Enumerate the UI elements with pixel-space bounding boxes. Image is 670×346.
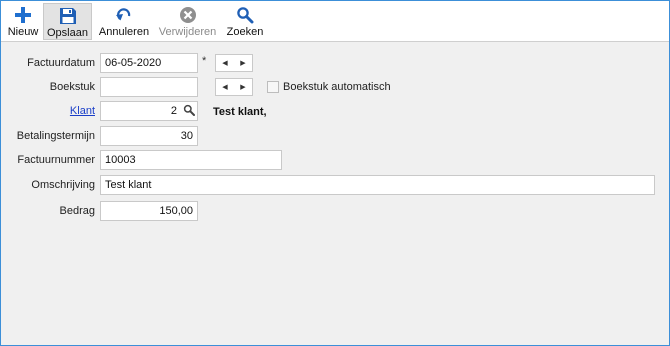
amount-field[interactable]: 150,00 (100, 201, 198, 221)
voucher-auto-label: Boekstuk automatisch (283, 81, 391, 93)
cancel-button-label: Annuleren (98, 26, 150, 38)
save-button-label: Opslaan (47, 27, 88, 39)
delete-button-label: Verwijderen (158, 26, 217, 38)
customer-name: Test klant, (213, 106, 267, 118)
customer-link[interactable]: Klant (3, 101, 95, 121)
undo-icon (115, 5, 133, 25)
amount-label: Bedrag (59, 205, 95, 217)
new-button-label: Nieuw (7, 26, 39, 38)
payment-term-field[interactable]: 30 (100, 126, 198, 146)
previous-arrow-icon[interactable]: ◀ (222, 59, 227, 67)
invoice-date-field[interactable]: 06-05-2020 (100, 53, 198, 73)
voucher-spinner[interactable]: ◀ ▶ (215, 78, 253, 96)
voucher-auto-checkbox[interactable] (267, 81, 279, 93)
description-label: Omschrijving (31, 179, 95, 191)
payment-term-label: Betalingstermijn (16, 130, 95, 142)
search-icon[interactable] (183, 104, 195, 119)
search-icon (236, 5, 254, 25)
new-button[interactable]: Nieuw (5, 3, 41, 40)
invoice-date-label: Factuurdatum (27, 57, 95, 69)
invoice-number-label: Factuurnummer (17, 154, 95, 166)
next-arrow-icon[interactable]: ▶ (240, 83, 245, 91)
toolbar: Nieuw Opslaan Annuleren Verwijderen Zoek… (1, 1, 669, 42)
delete-icon (179, 5, 197, 25)
voucher-field[interactable] (100, 77, 198, 97)
invoice-number-field[interactable]: 10003 (100, 150, 282, 170)
plus-icon (14, 5, 32, 25)
description-field[interactable]: Test klant (100, 175, 655, 195)
cancel-button[interactable]: Annuleren (96, 3, 152, 40)
previous-arrow-icon[interactable]: ◀ (222, 83, 227, 91)
delete-button[interactable]: Verwijderen (157, 3, 218, 40)
save-button[interactable]: Opslaan (43, 3, 92, 40)
invoice-date-spinner[interactable]: ◀ ▶ (215, 54, 253, 72)
next-arrow-icon[interactable]: ▶ (240, 59, 245, 67)
invoice-window: Nieuw Opslaan Annuleren Verwijderen Zoek… (0, 0, 670, 346)
search-button-label: Zoeken (226, 26, 264, 38)
required-mark: * (202, 55, 207, 67)
save-icon (59, 6, 77, 26)
search-button[interactable]: Zoeken (223, 3, 267, 40)
voucher-label: Boekstuk (49, 81, 95, 93)
